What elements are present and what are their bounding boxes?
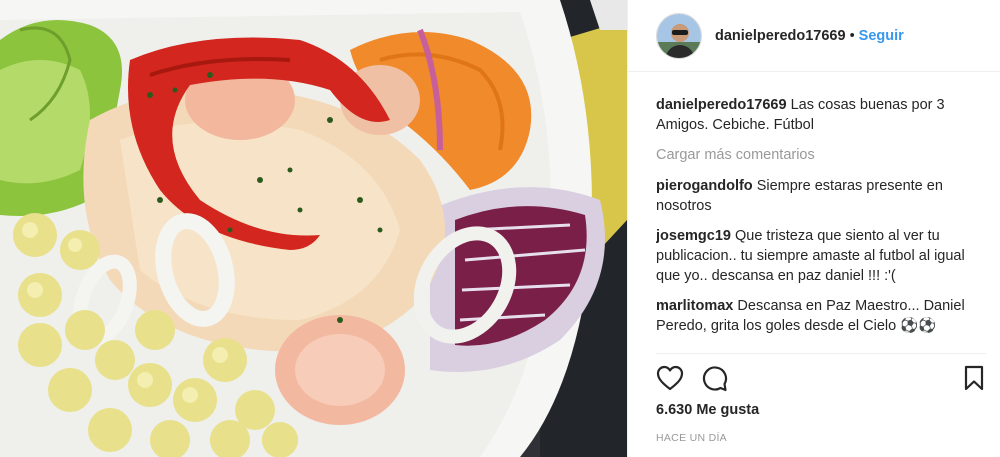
avatar-image <box>657 13 701 58</box>
comment-username[interactable]: marlitomax <box>656 298 733 314</box>
divider <box>656 353 986 354</box>
heart-icon <box>656 365 684 391</box>
bookmark-icon <box>964 365 984 391</box>
caption: danielperedo17669 Las cosas buenas por 3… <box>656 95 986 135</box>
comment-button[interactable] <box>698 362 730 394</box>
post-actions <box>654 362 994 394</box>
comment-item: pierogandolfo Siempre estaras presente e… <box>656 176 986 216</box>
load-more-comments-button[interactable]: Cargar más comentarios <box>656 145 986 165</box>
avatar[interactable] <box>656 12 702 59</box>
ceviche-image <box>0 0 627 457</box>
comment-username[interactable]: josemgc19 <box>656 228 731 244</box>
post-timestamp[interactable]: Hace un día <box>656 432 727 444</box>
comment-item: josemgc19 Que tristeza que siento al ver… <box>656 226 986 286</box>
save-button[interactable] <box>958 362 990 394</box>
post-header: danielperedo17669 • Seguir <box>628 0 1000 72</box>
comments-list[interactable]: danielperedo17669 Las cosas buenas por 3… <box>656 95 986 353</box>
follow-button[interactable]: Seguir <box>859 28 904 44</box>
likes-count[interactable]: 6.630 Me gusta <box>656 402 759 418</box>
comment-item: marlitomax Descansa en Paz Maestro... Da… <box>656 296 986 336</box>
post-sidebar: danielperedo17669 • Seguir danielperedo176… <box>627 0 1000 457</box>
comment-username[interactable]: pierogandolfo <box>656 178 753 194</box>
like-button[interactable] <box>654 362 686 394</box>
comment-icon <box>702 366 728 392</box>
separator-dot: • <box>849 27 855 44</box>
author-username[interactable]: danielperedo17669 <box>715 28 846 44</box>
caption-username[interactable]: danielperedo17669 <box>656 97 787 113</box>
post-photo[interactable] <box>0 0 627 457</box>
